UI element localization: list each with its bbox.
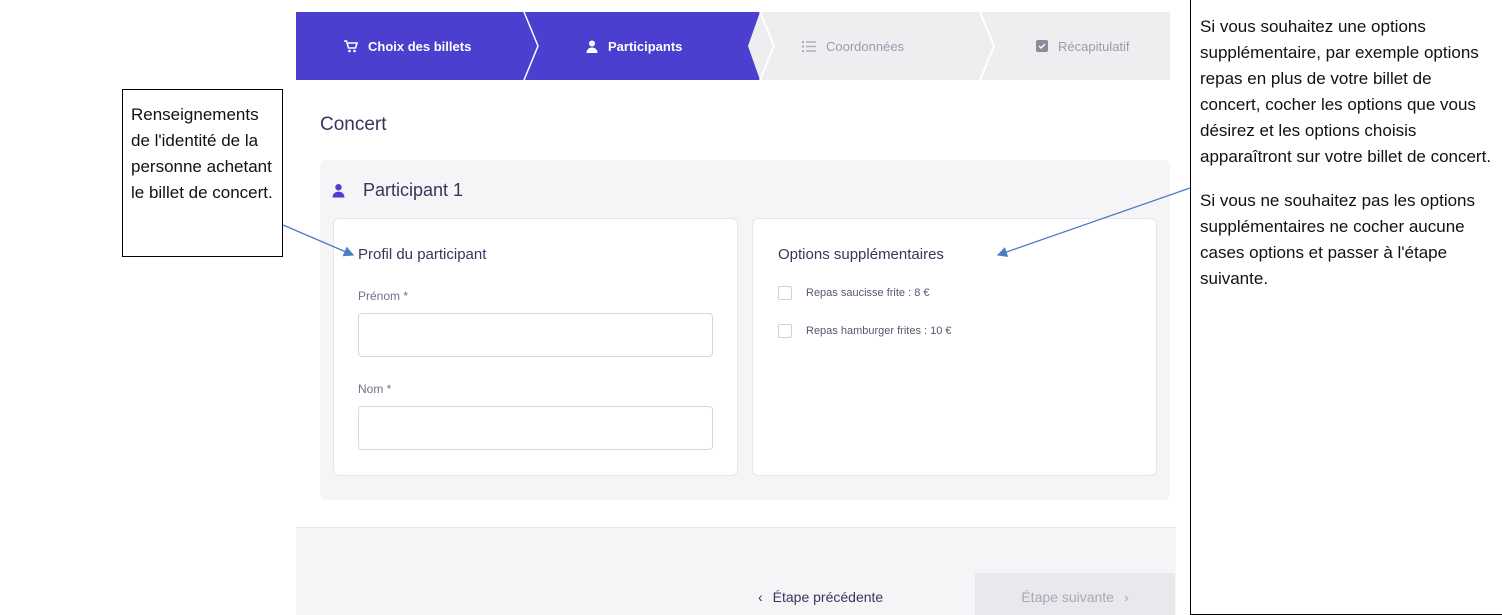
step-label: Coordonnées <box>826 38 905 54</box>
callout-right-paragraph-2: Si vous ne souhaitez pas les options sup… <box>1200 191 1476 288</box>
cart-icon <box>344 39 358 53</box>
checkbox-icon <box>1036 40 1048 52</box>
profile-title: Profil du participant <box>358 246 487 263</box>
option-label: Repas hamburger frites : 10 € <box>806 325 952 337</box>
option-label: Repas saucisse frite : 8 € <box>806 287 930 299</box>
first-name-label: Prénom * <box>358 289 409 303</box>
page-title: Concert <box>320 114 387 135</box>
callout-right-paragraph-1: Si vous souhaitez une options supplément… <box>1200 17 1492 166</box>
chevron-left-icon: ‹ <box>758 589 763 605</box>
step-coordonnees[interactable]: Coordonnées <box>802 12 904 80</box>
next-step-button[interactable]: Étape suivante › <box>975 573 1175 615</box>
option-checkbox[interactable] <box>778 324 792 338</box>
step-label: Choix des billets <box>368 38 472 54</box>
user-icon <box>332 183 345 198</box>
step-divider-2 <box>759 12 776 80</box>
checkout-stepper: Choix des billets Participants Coordonné… <box>296 12 1170 80</box>
previous-step-label: Étape précédente <box>772 589 884 605</box>
next-step-label: Étape suivante <box>1021 589 1114 605</box>
step-recapitulatif[interactable]: Récapitulatif <box>1036 12 1130 80</box>
last-name-label: Nom * <box>358 382 392 396</box>
chevron-right-icon: › <box>1123 589 1129 605</box>
option-checkbox[interactable] <box>778 286 792 300</box>
step-label: Récapitulatif <box>1058 38 1130 54</box>
callout-left-text: Renseignements de l'identité de la perso… <box>131 105 273 202</box>
list-icon <box>802 40 816 52</box>
user-icon <box>586 40 598 53</box>
last-name-field[interactable] <box>358 406 713 450</box>
option-repas-hamburger[interactable]: Repas hamburger frites : 10 € <box>778 324 952 338</box>
step-label: Participants <box>608 38 683 54</box>
option-repas-saucisse[interactable]: Repas saucisse frite : 8 € <box>778 286 930 300</box>
options-title: Options supplémentaires <box>778 246 944 263</box>
callout-right: Si vous souhaitez une options supplément… <box>1190 0 1502 615</box>
callout-left: Renseignements de l'identité de la perso… <box>122 89 283 257</box>
step-divider-3 <box>979 12 996 80</box>
previous-step-button[interactable]: ‹ Étape précédente <box>758 589 883 605</box>
first-name-field[interactable] <box>358 313 713 357</box>
participant-header-label: Participant 1 <box>363 180 464 200</box>
step-participants[interactable]: Participants <box>586 12 682 80</box>
step-choix-des-billets[interactable]: Choix des billets <box>344 12 471 80</box>
participant-header: Participant 1 <box>332 180 463 201</box>
